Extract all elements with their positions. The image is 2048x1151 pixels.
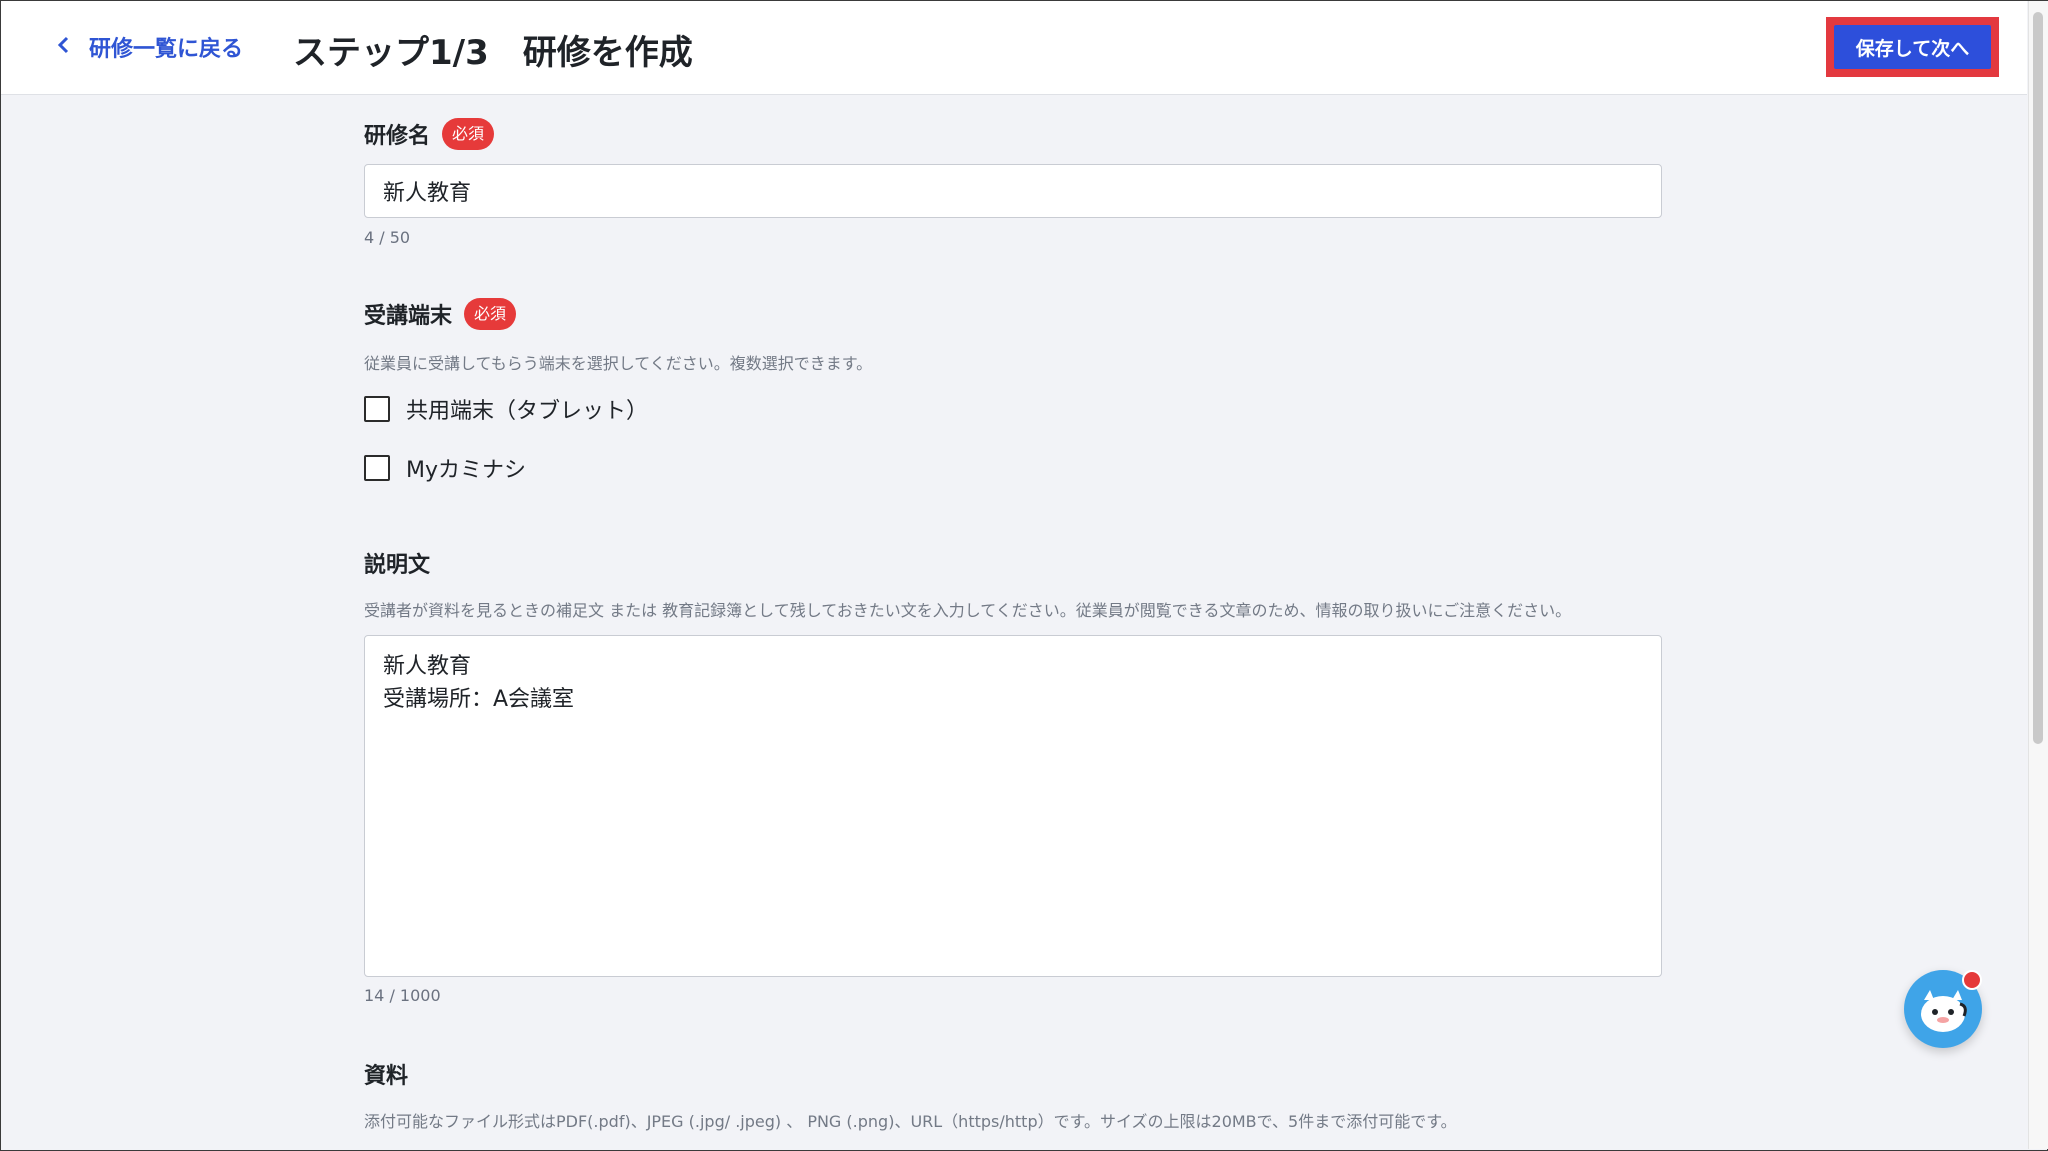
- devices-label-row: 受講端末 必須: [364, 298, 517, 330]
- description-label: 説明文: [364, 553, 431, 578]
- description-counter: 14 / 1000: [364, 986, 441, 1005]
- device-option-my-kaminashi[interactable]: Myカミナシ: [364, 452, 526, 484]
- devices-hint: 従業員に受講してもらう端末を選択してください。複数選択できます。: [364, 354, 873, 373]
- description-label-row: 説明文: [364, 547, 430, 579]
- back-link-label: 研修一覧に戻る: [89, 37, 244, 62]
- back-to-list-link[interactable]: 研修一覧に戻る: [57, 31, 243, 63]
- device-option-label: 共用端末（タブレット）: [406, 399, 649, 424]
- top-header: 研修一覧に戻る ステップ1/3 研修を作成 保存して次へ: [1, 1, 2027, 95]
- course-name-input[interactable]: [364, 164, 1662, 218]
- description-hint: 受講者が資料を見るときの補足文 または 教育記録簿として残しておきたい文を入力し…: [364, 601, 1572, 620]
- notification-dot: [1962, 970, 1982, 990]
- description-textarea[interactable]: 新人教育 受講場所：A会議室: [364, 635, 1662, 977]
- materials-label: 資料: [364, 1064, 409, 1089]
- device-option-label: Myカミナシ: [406, 458, 527, 483]
- chevron-left-icon: [57, 35, 71, 60]
- course-name-label: 研修名: [364, 124, 431, 149]
- save-next-button[interactable]: 保存して次へ: [1834, 25, 1991, 69]
- save-button-highlight: 保存して次へ: [1826, 17, 1999, 77]
- devices-label: 受講端末: [364, 304, 453, 329]
- page-title: ステップ1/3 研修を作成: [293, 33, 693, 73]
- required-badge: 必須: [464, 298, 517, 330]
- checkbox-icon[interactable]: [364, 455, 390, 481]
- materials-label-row: 資料: [364, 1058, 408, 1090]
- scrollbar-thumb[interactable]: [2033, 12, 2043, 744]
- course-name-counter: 4 / 50: [364, 228, 411, 247]
- device-option-shared-tablet[interactable]: 共用端末（タブレット）: [364, 393, 648, 425]
- course-name-label-row: 研修名 必須: [364, 118, 495, 150]
- materials-hint: 添付可能なファイル形式はPDF(.pdf)、JPEG (.jpg/ .jpeg)…: [364, 1112, 1457, 1131]
- checkbox-icon[interactable]: [364, 396, 390, 422]
- required-badge: 必須: [442, 118, 495, 150]
